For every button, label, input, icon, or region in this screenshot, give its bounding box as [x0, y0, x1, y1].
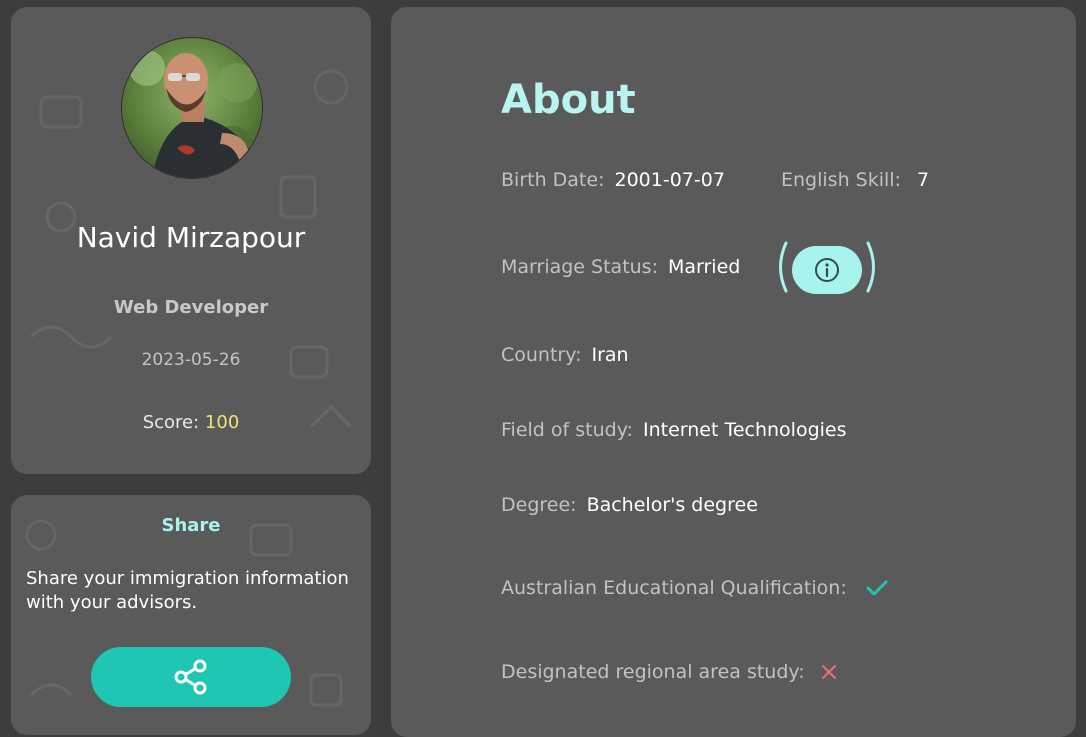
- english-skill-label: English Skill:: [781, 169, 901, 191]
- profile-card: Navid Mirzapour Web Developer 2023-05-26…: [11, 7, 371, 474]
- left-paren-decoration: [779, 241, 788, 293]
- share-icon: [174, 659, 207, 695]
- cross-icon: [821, 665, 836, 679]
- share-button[interactable]: [91, 647, 291, 707]
- country-label: Country:: [501, 344, 582, 366]
- profile-score: Score: 100: [11, 412, 371, 433]
- english-skill-row: English Skill: 7: [781, 169, 929, 191]
- degree-value: Bachelor's degree: [586, 494, 758, 516]
- english-skill-value: 7: [917, 169, 930, 191]
- field-of-study-value: Internet Technologies: [642, 419, 847, 441]
- degree-label: Degree:: [501, 494, 577, 516]
- share-title: Share: [161, 515, 221, 536]
- country-value: Iran: [591, 344, 629, 366]
- check-icon: [866, 580, 888, 596]
- field-of-study-row: Field of study: Internet Technologies: [501, 419, 847, 441]
- profile-name: Navid Mirzapour: [76, 221, 306, 254]
- country-row: Country: Iran: [501, 344, 629, 366]
- info-button[interactable]: [792, 246, 862, 294]
- avatar: [121, 37, 263, 179]
- marriage-status-value: Married: [667, 256, 741, 278]
- marriage-status-label: Marriage Status:: [501, 256, 658, 278]
- marriage-status-row: Marriage Status: Married: [501, 256, 740, 278]
- birth-date-row: Birth Date: 2001-07-07: [501, 169, 725, 191]
- score-value: 100: [204, 412, 240, 433]
- birth-date-value: 2001-07-07: [614, 169, 725, 191]
- australian-qualification-row: Australian Educational Qualification:: [501, 576, 889, 600]
- right-paren-decoration: [866, 241, 875, 293]
- birth-date-label: Birth Date:: [501, 169, 605, 191]
- profile-role: Web Developer: [113, 297, 269, 318]
- profile-date: 2023-05-26: [141, 350, 241, 370]
- regional-area-label: Designated regional area study:: [501, 661, 805, 683]
- regional-area-row: Designated regional area study:: [501, 661, 839, 683]
- avatar-photo: [122, 38, 262, 178]
- share-card: Share Share your immigration information…: [11, 495, 371, 735]
- australian-qualification-label: Australian Educational Qualification:: [501, 577, 847, 599]
- info-button-wrap: [774, 241, 880, 296]
- info-icon: [815, 258, 839, 282]
- about-title: About: [501, 77, 636, 123]
- score-label: Score:: [142, 412, 200, 433]
- degree-row: Degree: Bachelor's degree: [501, 494, 758, 516]
- share-description: Share your immigration information with …: [26, 568, 349, 613]
- about-card: About Birth Date: 2001-07-07 English Ski…: [391, 7, 1076, 737]
- field-of-study-label: Field of study:: [501, 419, 633, 441]
